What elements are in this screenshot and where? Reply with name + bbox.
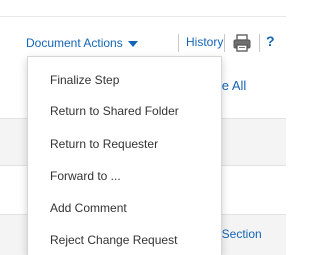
document-actions-button[interactable]: Document Actions [26,35,138,51]
section-link[interactable]: t Section [215,227,262,241]
top-divider [0,16,286,17]
printer-icon[interactable] [231,32,253,54]
document-page: Document Actions History ? pse All t Sec… [0,0,286,255]
document-actions-menu: Finalize Step Return to Shared Folder Re… [27,56,222,255]
document-actions-label: Document Actions [26,36,123,50]
help-link[interactable]: ? [266,33,275,49]
history-link[interactable]: History [186,35,223,49]
menu-item-forward-to[interactable]: Forward to ... [50,169,121,183]
menu-item-return-to-shared-folder[interactable]: Return to Shared Folder [50,104,179,118]
toolbar-separator [178,34,179,52]
document-toolbar: Document Actions History ? [0,28,286,58]
toolbar-separator [259,34,260,52]
caret-down-icon [127,40,138,47]
menu-item-add-comment[interactable]: Add Comment [50,201,127,215]
menu-item-finalize-step[interactable]: Finalize Step [50,73,119,87]
toolbar-separator [224,34,225,52]
menu-item-reject-change-request[interactable]: Reject Change Request [50,233,177,247]
menu-item-return-to-requester[interactable]: Return to Requester [50,137,158,151]
